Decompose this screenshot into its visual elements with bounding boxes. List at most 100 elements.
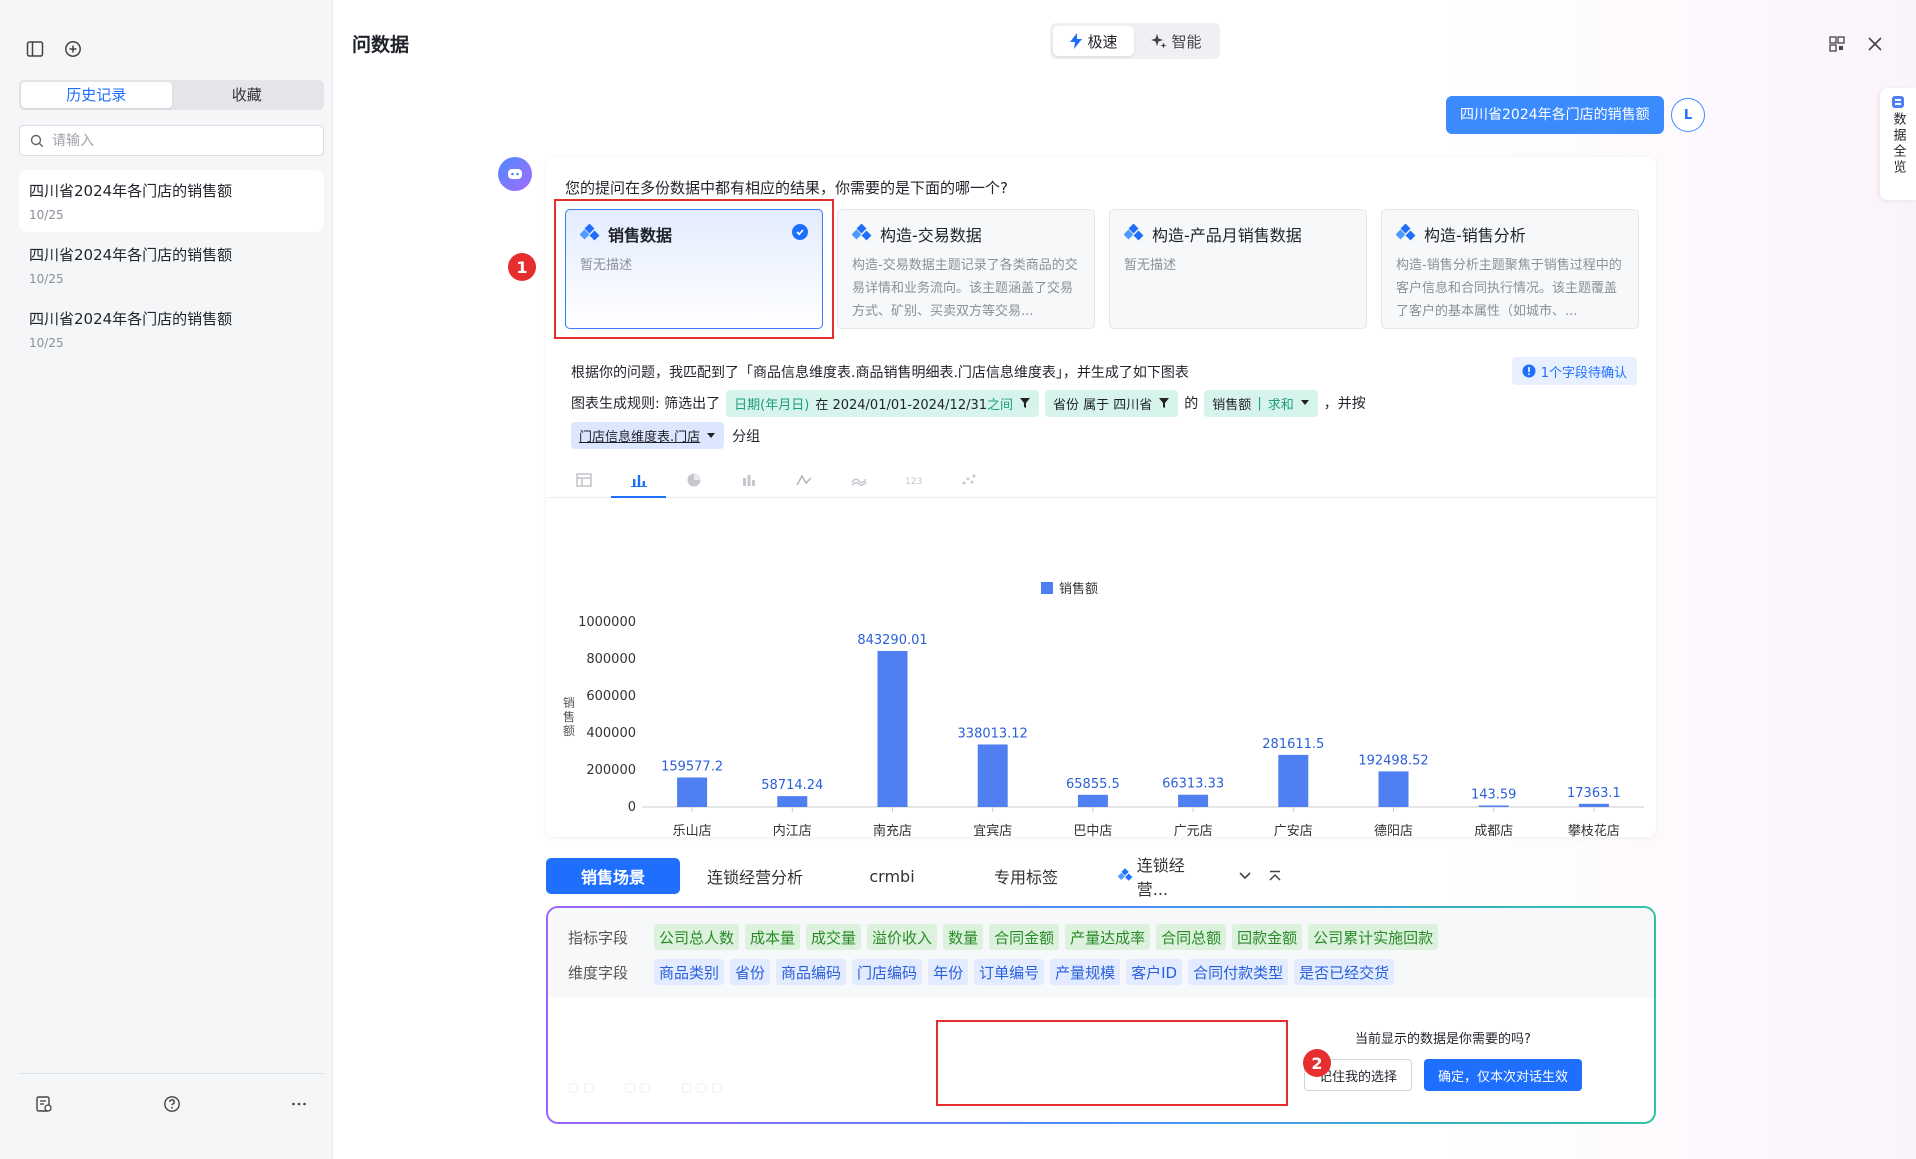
help-icon[interactable] <box>163 1095 181 1117</box>
bar-data-label: 338013.12 <box>958 726 1028 741</box>
metric-field-tag[interactable]: 成交量 <box>806 924 862 950</box>
dimension-field-tag[interactable]: 商品编码 <box>776 959 847 985</box>
mode-smart-button[interactable]: 智能 <box>1136 26 1217 56</box>
search-input[interactable] <box>52 132 302 149</box>
scene-tab-chain[interactable]: 连锁经营分析 <box>680 858 830 894</box>
tab-favorites[interactable]: 收藏 <box>172 82 323 108</box>
metric-field-tag[interactable]: 产量达成率 <box>1065 924 1151 950</box>
data-source-icon[interactable] <box>35 1095 53 1117</box>
page-title: 问数据 <box>352 34 410 56</box>
filter-icon <box>1020 398 1031 408</box>
legend-swatch <box>1041 582 1053 594</box>
data-overview-tab[interactable]: 数据全览 <box>1880 88 1916 200</box>
bot-avatar-icon <box>498 157 532 191</box>
dimension-field-tag[interactable]: 客户ID <box>1126 959 1183 985</box>
history-item[interactable]: 四川省2024年各门店的销售额 10/25 <box>19 170 324 232</box>
sidebar-toggle-icon[interactable] <box>24 38 46 60</box>
metric-field-tag[interactable]: 数量 <box>943 924 984 950</box>
chart-type-scatter-icon[interactable] <box>941 462 996 497</box>
bar <box>1478 805 1509 807</box>
history-item-date: 10/25 <box>29 208 64 222</box>
layout-icon[interactable] <box>1827 34 1847 54</box>
dimension-field-label: 维度字段 <box>568 963 629 982</box>
chart-type-area-icon[interactable] <box>831 462 886 497</box>
x-tick-label: 广元店 <box>1174 824 1213 837</box>
dataset-option-analysis[interactable]: 构造-销售分析 构造-销售分析主题聚焦于销售过程中的客户信息和合同执行情况。该主… <box>1381 209 1639 329</box>
x-tick-label: 广安店 <box>1274 824 1313 837</box>
chart-type-table-icon[interactable] <box>556 462 611 497</box>
scene-tabs: 销售场景 连锁经营分析 crmbi 专用标签 连锁经营... <box>546 856 1290 899</box>
highlight-box-2 <box>936 1020 1288 1106</box>
dimension-field-tag[interactable]: 是否已经交货 <box>1294 959 1395 985</box>
svg-text:123: 123 <box>905 477 922 487</box>
scene-tab-chain-more[interactable]: 连锁经营... <box>1098 856 1230 899</box>
dimension-field-tag[interactable]: 商品类别 <box>654 959 725 985</box>
dimension-field-tag[interactable]: 订单编号 <box>974 959 1045 985</box>
more-icon[interactable] <box>290 1095 308 1117</box>
tab-history[interactable]: 历史记录 <box>21 82 172 108</box>
chip-measure-agg: 求和 <box>1267 397 1294 413</box>
dimension-field-tag[interactable]: 省份 <box>730 959 771 985</box>
field-confirm-badge[interactable]: 1个字段待确认 <box>1511 357 1637 385</box>
chart-type-stacked-icon[interactable] <box>721 462 776 497</box>
chart-type-bar-icon[interactable] <box>611 462 666 498</box>
faded-input-hint-icon: ▢ ▢ ▢ <box>681 1080 723 1094</box>
option-title: 构造-产品月销售数据 <box>1152 226 1302 245</box>
x-tick-label: 内江店 <box>773 823 812 837</box>
chart-type-pie-icon[interactable] <box>666 462 721 497</box>
rule-of: 的 <box>1184 396 1199 412</box>
bar <box>1378 771 1409 807</box>
y-tick-label: 0 <box>628 800 636 815</box>
bar <box>977 744 1008 807</box>
dimension-field-tag[interactable]: 产量规模 <box>1050 959 1121 985</box>
chart-rule-row: 图表生成规则: 筛选出了 日期(年月日) 在 2024/01/01-2024/1… <box>571 389 1366 417</box>
chevron-down-icon[interactable] <box>1230 858 1260 894</box>
history-item[interactable]: 四川省2024年各门店的销售额 10/25 <box>19 234 324 296</box>
option-title: 构造-销售分析 <box>1424 226 1526 245</box>
mode-fast-button[interactable]: 极速 <box>1053 26 1134 56</box>
metric-field-tag[interactable]: 回款金额 <box>1232 924 1303 950</box>
new-chat-icon[interactable] <box>62 38 84 60</box>
collapse-up-icon[interactable] <box>1260 858 1290 894</box>
scene-tab-sales[interactable]: 销售场景 <box>546 858 680 894</box>
dimension-field-tag[interactable]: 合同付款类型 <box>1188 959 1289 985</box>
sparkle-icon <box>1151 34 1167 49</box>
dimension-field-tag[interactable]: 年份 <box>928 959 969 985</box>
metric-field-tag[interactable]: 公司累计实施回款 <box>1308 924 1439 950</box>
y-axis-label-char: 售 <box>563 709 575 724</box>
bar <box>1578 803 1609 807</box>
chip-province-label: 省份 属于 四川省 <box>1053 397 1153 413</box>
filter-chip-province[interactable]: 省份 属于 四川省 <box>1045 389 1179 417</box>
diamond-icon <box>852 224 872 241</box>
dimension-field-tag[interactable]: 门店编码 <box>852 959 923 985</box>
metric-field-tag[interactable]: 合同总额 <box>1156 924 1227 950</box>
measure-chip[interactable]: 销售额 | 求和 <box>1204 389 1318 417</box>
group-chip[interactable]: 门店信息维度表.门店 <box>571 422 725 449</box>
metric-field-tag[interactable]: 成本量 <box>745 924 801 950</box>
step-marker-2: 2 <box>1303 1049 1331 1077</box>
history-item-date: 10/25 <box>29 336 64 350</box>
chart-type-number-icon[interactable]: 123 <box>886 462 941 497</box>
chip-date-key: 日期(年月日) <box>734 397 810 413</box>
bar-data-label: 66313.33 <box>1162 777 1224 792</box>
dataset-option-trade[interactable]: 构造-交易数据 构造-交易数据主题记录了各类商品的交易详情和业务流向。该主题涵盖… <box>837 209 1095 329</box>
option-title: 构造-交易数据 <box>880 226 982 245</box>
metric-field-tag[interactable]: 合同金额 <box>989 924 1060 950</box>
chip-date-val: 在 2024/01/01-2024/12/31 <box>815 397 988 413</box>
metric-field-tag[interactable]: 溢价收入 <box>867 924 938 950</box>
scene-tab-crmbi[interactable]: crmbi <box>830 858 954 894</box>
scene-tab-tags[interactable]: 专用标签 <box>954 858 1098 894</box>
metric-field-tag[interactable]: 公司总人数 <box>654 924 740 950</box>
history-item[interactable]: 四川省2024年各门店的销售额 10/25 <box>19 298 324 360</box>
diamond-icon <box>1118 868 1133 881</box>
confirm-once-button[interactable]: 确定，仅本次对话生效 <box>1424 1059 1583 1091</box>
close-icon[interactable] <box>1865 34 1885 54</box>
bar-data-label: 281611.5 <box>1262 737 1324 752</box>
chart-type-line-icon[interactable] <box>776 462 831 497</box>
faded-input-hint-icon: ▢ ▢ <box>624 1080 652 1094</box>
rule-prefix: 图表生成规则: 筛选出了 <box>571 396 721 412</box>
dataset-option-monthly[interactable]: 构造-产品月销售数据 暂无描述 <box>1109 209 1367 329</box>
metric-field-label: 指标字段 <box>568 928 629 947</box>
diamond-icon <box>1124 224 1144 241</box>
filter-chip-date[interactable]: 日期(年月日) 在 2024/01/01-2024/12/31 之间 <box>726 389 1040 417</box>
